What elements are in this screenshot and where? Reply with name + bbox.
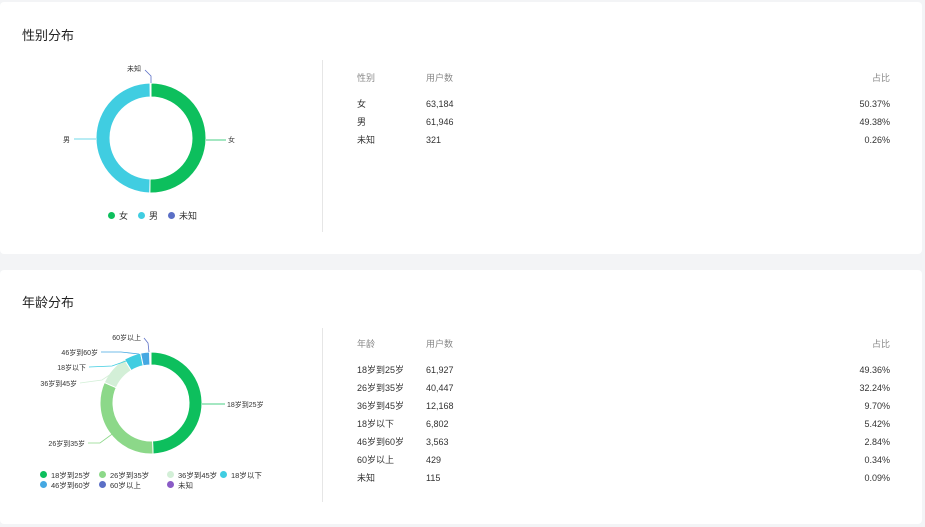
legend-item[interactable]: 18岁以下: [220, 470, 262, 481]
legend-dot-icon: [40, 471, 47, 478]
legend-item[interactable]: 46岁到60岁: [40, 480, 90, 491]
legend-label: 26岁到35岁: [110, 471, 150, 480]
donut-charts: 女男未知18岁到25岁26岁到35岁36岁到45岁18岁以下46岁到60岁60岁…: [40, 64, 264, 455]
legend-item[interactable]: 60岁以上: [99, 480, 141, 491]
donut-slice-0-1[interactable]: [95, 82, 151, 194]
slice-label-1-5: 60岁以上: [112, 333, 141, 342]
slice-label-0-0: 女: [228, 135, 235, 144]
donut-slice-1-0[interactable]: [150, 351, 203, 455]
legend-label: 36岁到45岁: [178, 471, 218, 480]
legend-label: 60岁以上: [110, 481, 141, 490]
legend-dot-icon: [168, 212, 175, 219]
legend-dot-icon: [108, 212, 115, 219]
donut-slice-0-2[interactable]: [149, 82, 152, 98]
legend-label: 未知: [178, 481, 193, 490]
slice-label-1-2: 36岁到45岁: [40, 379, 77, 388]
legend-dot-icon: [40, 481, 47, 488]
legend-dot-icon: [99, 481, 106, 488]
legend-dot-icon: [138, 212, 145, 219]
label-line-0-2: [144, 69, 152, 83]
donut-slice-1-1[interactable]: [99, 381, 154, 455]
legend-label: 18岁以下: [231, 471, 262, 480]
donut-slice-0-0[interactable]: [149, 82, 207, 194]
legend-dot-icon: [167, 471, 174, 478]
label-line-1-5: [143, 337, 150, 353]
label-line-1-4: [101, 351, 140, 355]
legend-label: 46岁到60岁: [51, 481, 91, 490]
legend-label: 女: [119, 211, 129, 221]
slice-label-1-4: 46岁到60岁: [61, 348, 98, 357]
legend-item[interactable]: 男: [138, 209, 158, 222]
legend-label: 未知: [179, 211, 198, 221]
legend-label: 18岁到25岁: [51, 471, 91, 480]
legend-item[interactable]: 未知: [167, 480, 193, 491]
slice-label-0-2: 未知: [127, 64, 141, 73]
slice-label-1-1: 26岁到35岁: [48, 439, 85, 448]
legend-dot-icon: [99, 471, 106, 478]
legend-dot-icon: [167, 481, 174, 488]
slice-label-0-1: 男: [63, 136, 70, 144]
legend-dot-icon: [220, 471, 227, 478]
legend-item[interactable]: 未知: [168, 209, 197, 222]
slice-label-1-3: 18岁以下: [57, 363, 86, 372]
legend-item[interactable]: 女: [108, 209, 128, 222]
legend-label: 男: [149, 211, 159, 221]
slice-label-1-0: 18岁到25岁: [227, 400, 264, 409]
